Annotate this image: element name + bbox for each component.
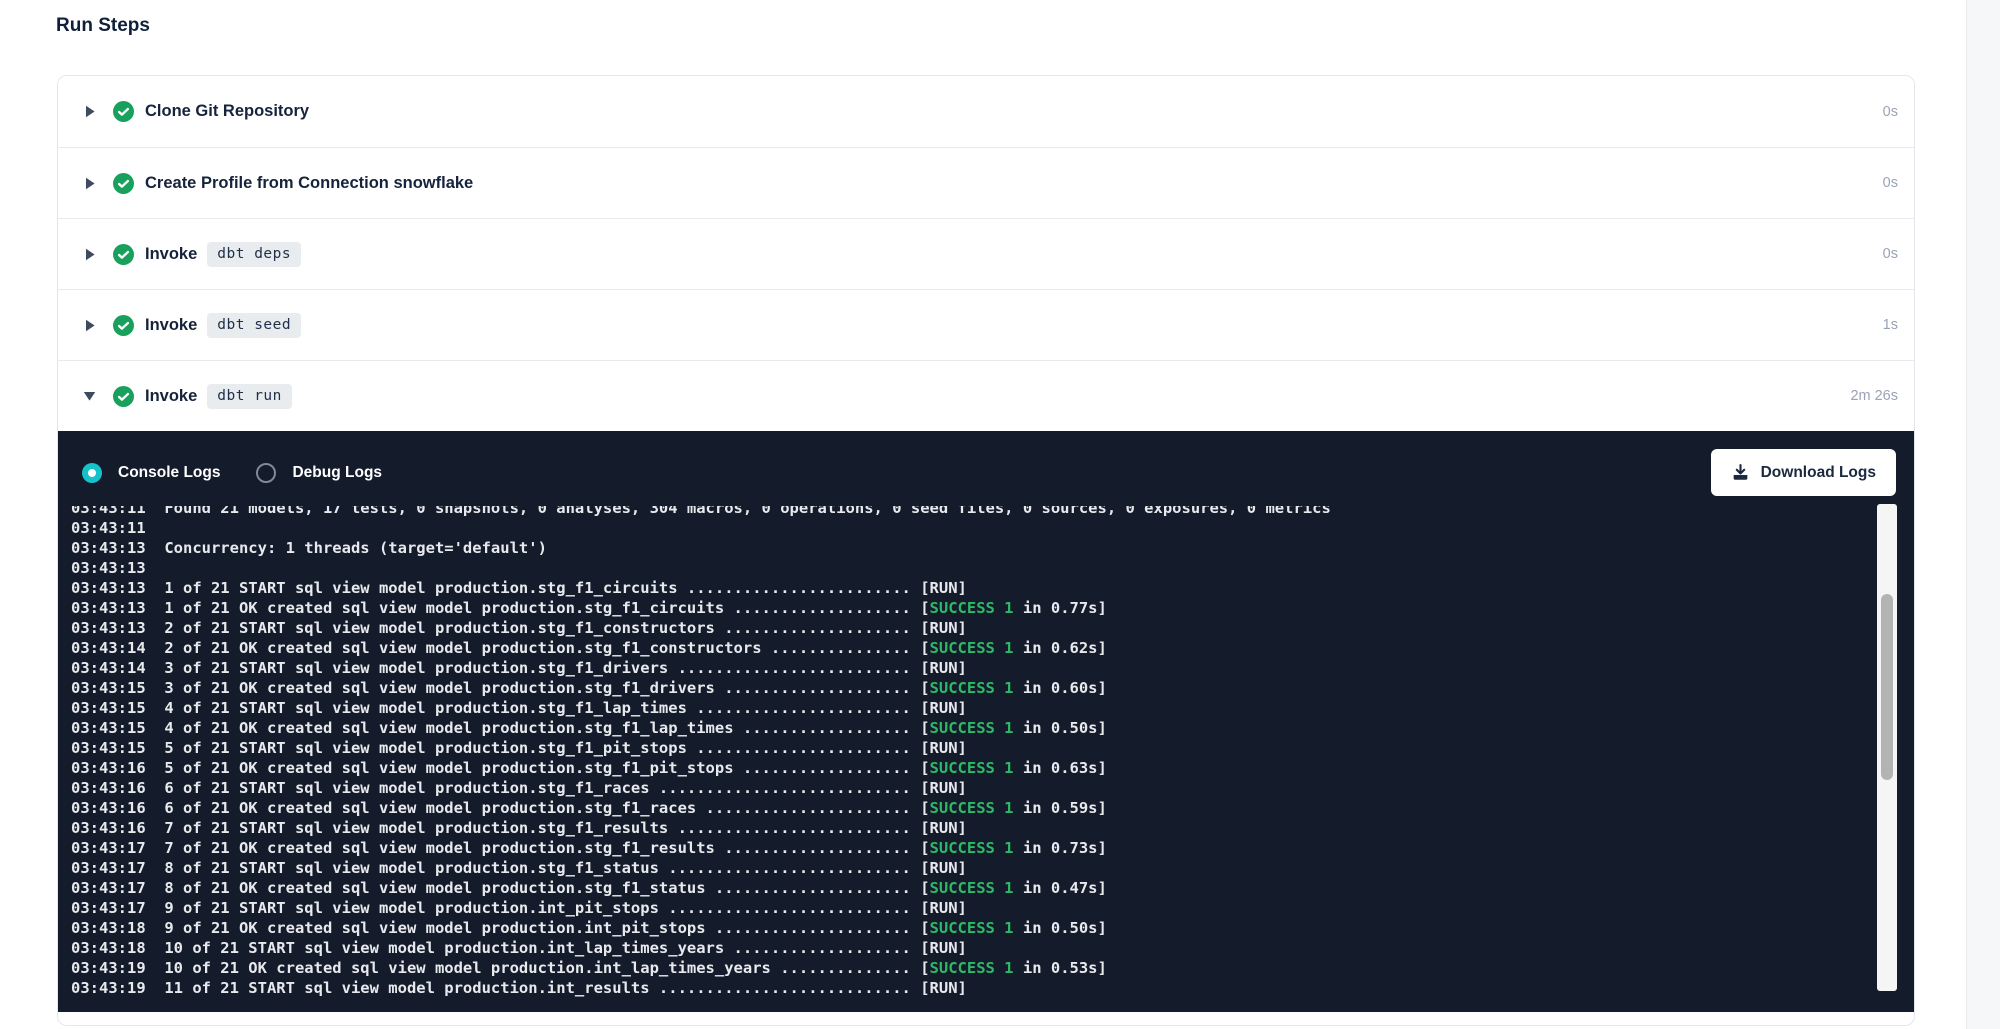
log-line: 03:43:15 4 of 21 OK created sql view mod…: [71, 718, 1914, 738]
step-row[interactable]: Invoke dbt deps 0s: [58, 218, 1914, 289]
success-check-icon: [113, 173, 134, 194]
log-line: 03:43:19 11 of 21 START sql view model p…: [71, 978, 1914, 998]
step-label: Clone Git Repository: [145, 102, 309, 121]
step-duration: 0s: [1883, 246, 1898, 262]
log-success-text: SUCCESS 1: [930, 919, 1014, 937]
caret-right-icon[interactable]: [83, 105, 96, 118]
log-success-text: SUCCESS 1: [930, 679, 1014, 697]
step-duration: 1s: [1883, 317, 1898, 333]
log-success-text: SUCCESS 1: [930, 799, 1014, 817]
success-check-icon: [113, 315, 134, 336]
log-line: 03:43:13 1 of 21 START sql view model pr…: [71, 578, 1914, 598]
log-line: 03:43:13 2 of 21 START sql view model pr…: [71, 618, 1914, 638]
log-success-text: SUCCESS 1: [930, 639, 1014, 657]
step-duration: 0s: [1883, 104, 1898, 120]
radio-label: Debug Logs: [292, 464, 382, 482]
step-label: Invoke: [145, 387, 197, 406]
log-output[interactable]: 03:43:11 Found 21 models, 17 tests, 0 sn…: [58, 506, 1914, 1012]
console-logs-radio[interactable]: Console Logs: [82, 463, 220, 483]
log-type-radio-group: Console Logs Debug Logs: [82, 463, 382, 483]
download-icon: [1731, 463, 1750, 482]
log-scrollbar-thumb[interactable]: [1881, 594, 1893, 780]
log-line: 03:43:13: [71, 558, 1914, 578]
log-line: 03:43:11: [71, 518, 1914, 538]
log-success-text: SUCCESS 1: [930, 879, 1014, 897]
step-row[interactable]: Create Profile from Connection snowflake…: [58, 147, 1914, 218]
step-command-badge: dbt seed: [207, 313, 301, 338]
log-line: 03:43:18 10 of 21 START sql view model p…: [71, 938, 1914, 958]
step-row[interactable]: Invoke dbt run 2m 26s: [58, 360, 1914, 431]
log-line: 03:43:17 9 of 21 START sql view model pr…: [71, 898, 1914, 918]
log-success-text: SUCCESS 1: [930, 959, 1014, 977]
step-command-badge: dbt run: [207, 384, 292, 409]
log-line: 03:43:16 5 of 21 OK created sql view mod…: [71, 758, 1914, 778]
log-line: 03:43:16 6 of 21 START sql view model pr…: [71, 778, 1914, 798]
log-line: 03:43:16 6 of 21 OK created sql view mod…: [71, 798, 1914, 818]
log-line: 03:43:17 7 of 21 OK created sql view mod…: [71, 838, 1914, 858]
log-panel: Console Logs Debug Logs Download Logs 03:…: [58, 431, 1914, 1012]
log-line: 03:43:15 4 of 21 START sql view model pr…: [71, 698, 1914, 718]
log-line: 03:43:13 Concurrency: 1 threads (target=…: [71, 538, 1914, 558]
log-panel-header: Console Logs Debug Logs Download Logs: [58, 431, 1914, 506]
log-success-text: SUCCESS 1: [930, 839, 1014, 857]
step-duration: 2m 26s: [1850, 388, 1898, 404]
caret-down-icon[interactable]: [83, 391, 96, 402]
caret-right-icon[interactable]: [83, 248, 96, 261]
radio-unselected-icon[interactable]: [256, 463, 276, 483]
log-success-text: SUCCESS 1: [930, 599, 1014, 617]
log-line: 03:43:14 3 of 21 START sql view model pr…: [71, 658, 1914, 678]
log-line: 03:43:14 2 of 21 OK created sql view mod…: [71, 638, 1914, 658]
success-check-icon: [113, 386, 134, 407]
page-title: Run Steps: [56, 15, 150, 37]
run-steps-card: Clone Git Repository0sCreate Profile fro…: [57, 75, 1915, 1026]
log-success-text: SUCCESS 1: [930, 759, 1014, 777]
log-lines: 03:43:11 Found 21 models, 17 tests, 0 sn…: [71, 506, 1914, 998]
radio-label: Console Logs: [118, 464, 220, 482]
log-success-text: SUCCESS 1: [930, 719, 1014, 737]
step-list: Clone Git Repository0sCreate Profile fro…: [58, 76, 1914, 431]
page-gutter: [1966, 0, 2000, 1029]
step-row[interactable]: Invoke dbt seed 1s: [58, 289, 1914, 360]
step-duration: 0s: [1883, 175, 1898, 191]
log-scrollbar[interactable]: [1877, 504, 1897, 991]
download-logs-label: Download Logs: [1761, 464, 1876, 482]
step-label: Create Profile from Connection snowflake: [145, 174, 473, 193]
log-line: 03:43:16 7 of 21 START sql view model pr…: [71, 818, 1914, 838]
success-check-icon: [113, 101, 134, 122]
log-line: 03:43:15 5 of 21 START sql view model pr…: [71, 738, 1914, 758]
debug-logs-radio[interactable]: Debug Logs: [256, 463, 382, 483]
log-line: 03:43:15 3 of 21 OK created sql view mod…: [71, 678, 1914, 698]
log-line: 03:43:19 10 of 21 OK created sql view mo…: [71, 958, 1914, 978]
download-logs-button[interactable]: Download Logs: [1711, 449, 1896, 496]
log-line: 03:43:17 8 of 21 OK created sql view mod…: [71, 878, 1914, 898]
caret-right-icon[interactable]: [83, 177, 96, 190]
step-row[interactable]: Clone Git Repository 0s: [58, 76, 1914, 147]
log-line: 03:43:17 8 of 21 START sql view model pr…: [71, 858, 1914, 878]
page: Run Steps Clone Git Repository0sCreate P…: [0, 0, 2000, 1029]
step-label: Invoke: [145, 245, 197, 264]
radio-selected-icon[interactable]: [82, 463, 102, 483]
step-command-badge: dbt deps: [207, 242, 301, 267]
log-line: 03:43:13 1 of 21 OK created sql view mod…: [71, 598, 1914, 618]
log-line: 03:43:11 Found 21 models, 17 tests, 0 sn…: [71, 506, 1914, 518]
step-label: Invoke: [145, 316, 197, 335]
success-check-icon: [113, 244, 134, 265]
caret-right-icon[interactable]: [83, 319, 96, 332]
log-line: 03:43:18 9 of 21 OK created sql view mod…: [71, 918, 1914, 938]
